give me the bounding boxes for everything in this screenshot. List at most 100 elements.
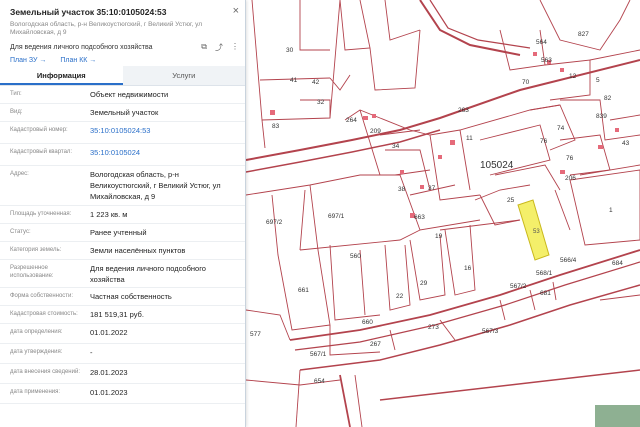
info-value: Ранее учтенный [90, 228, 147, 237]
info-label: дата внесения сведений: [10, 369, 80, 375]
parcel-label: 697/1 [328, 213, 345, 220]
parcel-label: 684 [612, 260, 623, 267]
info-value: Земельный участок [90, 108, 159, 117]
info-value: 01.01.2022 [90, 328, 128, 337]
parcel-label: 567/1 [310, 351, 327, 358]
parcel-label: 43 [622, 140, 630, 147]
parcel-label: 32 [317, 99, 325, 106]
parcel-label: 273 [428, 324, 439, 331]
info-value-link[interactable]: 35:10:0105024 [90, 147, 240, 158]
info-row: Категория земель: Земли населённых пункто… [0, 242, 245, 260]
parcel-label: 560 [350, 253, 361, 260]
close-icon[interactable]: × [233, 6, 239, 17]
info-value: Земли населённых пунктов [90, 246, 186, 255]
plan-zu-link[interactable]: План ЗУ → [10, 57, 46, 64]
info-row: дата применения: 01.01.2023 [0, 384, 245, 404]
parcel-label: 12 [569, 73, 577, 80]
info-value: 01.01.2023 [90, 388, 128, 397]
parcel-label: 16 [464, 265, 472, 272]
panel-title: Земельный участок 35:10:0105024:53 [10, 6, 167, 17]
info-row: дата утверждения: - [0, 344, 245, 364]
parcel-label: 82 [604, 95, 612, 102]
info-value-link[interactable]: 35:10:0105024:53 [90, 125, 240, 136]
info-row: дата определения: 01.01.2022 [0, 324, 245, 344]
object-purpose: Для ведения личного подсобного хозяйства [10, 44, 153, 51]
parcel-label: 38 [398, 186, 406, 193]
parcel-label: 42 [312, 79, 320, 86]
parcel-label: 566/4 [560, 257, 577, 264]
info-label: Вид: [10, 109, 23, 115]
parcel-label: 206 [565, 175, 576, 182]
info-label: дата утверждения: [10, 349, 63, 355]
parcel-label: 209 [370, 128, 381, 135]
plan-kk-link[interactable]: План КК → [60, 57, 96, 64]
info-row: Площадь уточненная: 1 223 кв. м [0, 206, 245, 224]
info-value: - [90, 348, 93, 357]
info-row: Тип: Объект недвижимости [0, 86, 245, 104]
parcel-label: 22 [396, 293, 404, 300]
parcel-label: 663 [414, 214, 425, 221]
info-label: Кадастровый номер: [10, 127, 68, 133]
parcel-label: 41 [290, 77, 298, 84]
parcel-label: 681 [540, 290, 551, 297]
info-label: Кадастровая стоимость: [10, 311, 78, 317]
info-label: Кадастровый квартал: [10, 149, 73, 155]
info-label: Площадь уточненная: [10, 211, 72, 217]
parcel-label: 263 [458, 107, 469, 114]
info-value: 28.01.2023 [90, 368, 128, 377]
tab-services[interactable]: Услуги [122, 66, 245, 85]
parcel-label: 568/1 [536, 270, 553, 277]
panel-header: Земельный участок 35:10:0105024:53 × Вол… [0, 0, 245, 66]
info-value: Вологодская область, р-н Великоустюгский… [90, 170, 221, 201]
info-label: дата определения: [10, 329, 63, 335]
parcel-label: 563 [541, 57, 552, 64]
more-icon[interactable]: ⋮ [231, 42, 239, 53]
info-row: Кадастровая стоимость: 181 519,31 руб. [0, 306, 245, 324]
parcel-label: 839 [596, 113, 607, 120]
parcel-label: 654 [314, 378, 325, 385]
info-row: Адрес: Вологодская область, р-н Великоуст… [0, 166, 245, 206]
info-value: Для ведения личного подсобного хозяйства [90, 264, 206, 284]
tab-information[interactable]: Информация [0, 66, 123, 85]
info-label: Адрес: [10, 171, 29, 177]
quarter-label: 105024 [480, 160, 514, 171]
info-row: Статус: Ранее учтенный [0, 224, 245, 242]
parcel-label: 25 [507, 197, 515, 204]
info-value: Частная собственность [90, 292, 172, 301]
parcel-label: 264 [346, 117, 357, 124]
panel-tabs: Информация Услуги [0, 66, 245, 86]
share-icon[interactable]: ⤴ [215, 42, 223, 53]
info-label: дата применения: [10, 389, 61, 395]
parcel-label: 11 [466, 135, 473, 142]
parcel-label: 5 [596, 77, 600, 84]
info-label: Тип: [10, 91, 22, 97]
layers-icon[interactable]: ⧉ [201, 42, 207, 53]
parcel-label: 34 [392, 143, 400, 150]
parcel-label: 30 [286, 47, 294, 54]
parcel-label: 70 [522, 79, 530, 86]
parcel-label: 567/2 [510, 283, 527, 290]
object-info-panel: Земельный участок 35:10:0105024:53 × Вол… [0, 0, 246, 427]
info-row: Разрешенное использование: Для ведения ли… [0, 260, 245, 288]
info-value: 181 519,31 руб. [90, 310, 144, 319]
info-row: Форма собственности: Частная собственност… [0, 288, 245, 306]
parcel-label: 37 [428, 185, 436, 192]
info-label: Статус: [10, 229, 31, 235]
info-row: дата внесения сведений: 28.01.2023 [0, 364, 245, 384]
minimap-thumbnail [595, 405, 640, 427]
parcel-label: 74 [557, 125, 565, 132]
parcel-label: 29 [420, 280, 428, 287]
parcel-label: 661 [298, 287, 309, 294]
parcel-label: 1 [609, 207, 613, 214]
parcel-label: 827 [578, 31, 589, 38]
parcel-label: 83 [272, 123, 280, 130]
parcel-label: 564 [536, 39, 547, 46]
info-label: Форма собственности: [10, 293, 74, 299]
info-value: Объект недвижимости [90, 90, 169, 99]
info-row: Кадастровый номер: 35:10:0105024:53 [0, 122, 245, 144]
selected-parcel-label: 53 [533, 229, 540, 235]
parcel-label: 19 [435, 233, 443, 240]
parcel-label: 76 [540, 138, 548, 145]
info-label: Разрешенное использование: [10, 265, 54, 279]
info-value: 1 223 кв. м [90, 210, 128, 219]
